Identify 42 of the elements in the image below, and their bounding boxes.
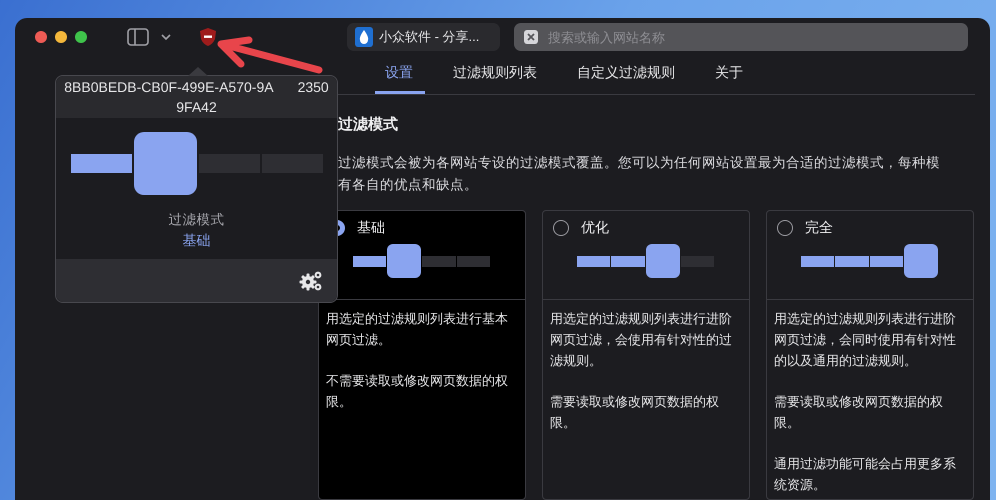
mode-card[interactable]: 完全 用选定的过滤规则列表进行进阶网页过滤，会同时使用有针对性的以及通用的过滤规则。 需要读取或修改网页数据的权限。 通用过滤功能可能会占用更多系统资源。: [766, 210, 974, 500]
description-text: 过滤模式会被为各网站专设的过滤模式覆盖。您可以为任何网站设置最为合适的过滤模式，每种模: [338, 154, 941, 172]
mode-title: 优化: [581, 219, 609, 237]
address-field[interactable]: 搜索或输入网站名称: [514, 23, 968, 51]
mode-slider[interactable]: [70, 131, 322, 195]
radio-button[interactable]: [777, 220, 793, 236]
mode-description: 不需要读取或修改网页数据的权限。: [326, 372, 509, 411]
id-text: 2350: [298, 78, 329, 97]
gears-icon[interactable]: [299, 270, 323, 292]
mode-description: 需要读取或修改网页数据的权限。: [550, 393, 720, 432]
close-icon[interactable]: [524, 30, 538, 44]
mode-slider[interactable]: [353, 244, 490, 278]
description-text: 有各自的优点和缺点。: [338, 176, 479, 194]
mode-description: 用选定的过滤规则列表进行进阶网页过滤，会使用有针对性的过滤规则。: [550, 310, 733, 370]
mode-description: 用选定的过滤规则列表进行进阶网页过滤，会同时使用有针对性的以及通用的过滤规则。: [774, 310, 957, 370]
mode-slider[interactable]: [577, 244, 714, 278]
id-text: 9FA42: [176, 98, 217, 117]
mode-slider[interactable]: [801, 244, 938, 278]
minimize-button[interactable]: [55, 31, 67, 43]
mode-label: 过滤模式: [168, 211, 224, 229]
close-button[interactable]: [35, 31, 47, 43]
browser-tab[interactable]: 小众软件 - 分享...: [347, 23, 500, 51]
settings-tab[interactable]: 关于: [715, 56, 743, 94]
settings-tab[interactable]: 自定义过滤规则: [577, 56, 675, 94]
chevron-down-icon[interactable]: [161, 34, 171, 40]
id-text: 8BB0BEDB-CB0F-499E-A570-9A: [64, 78, 274, 97]
sidebar-icon[interactable]: [127, 28, 149, 46]
section-heading: 过滤模式: [338, 115, 399, 134]
settings-tab[interactable]: 设置: [375, 56, 425, 94]
mode-value: 基础: [182, 232, 210, 250]
mode-description: 需要读取或修改网页数据的权限。: [774, 393, 944, 432]
mode-description: 通用过滤功能可能会占用更多系统资源。: [774, 455, 957, 494]
radio-button[interactable]: [553, 220, 569, 236]
zoom-button[interactable]: [75, 31, 87, 43]
mode-description: 用选定的过滤规则列表进行基本网页过滤。: [326, 310, 509, 349]
mode-title: 完全: [805, 219, 833, 237]
droplet-icon: [355, 27, 373, 47]
shield-icon[interactable]: [199, 27, 217, 47]
mode-card[interactable]: 优化 用选定的过滤规则列表进行进阶网页过滤，会使用有针对性的过滤规则。 需要读取或修改网页数据的权限。: [542, 210, 750, 500]
settings-tab[interactable]: 过滤规则列表: [453, 56, 537, 94]
mode-card[interactable]: 基础 用选定的过滤规则列表进行基本网页过滤。 不需要读取或修改网页数据的权限。: [318, 210, 526, 500]
mode-title: 基础: [357, 219, 385, 237]
